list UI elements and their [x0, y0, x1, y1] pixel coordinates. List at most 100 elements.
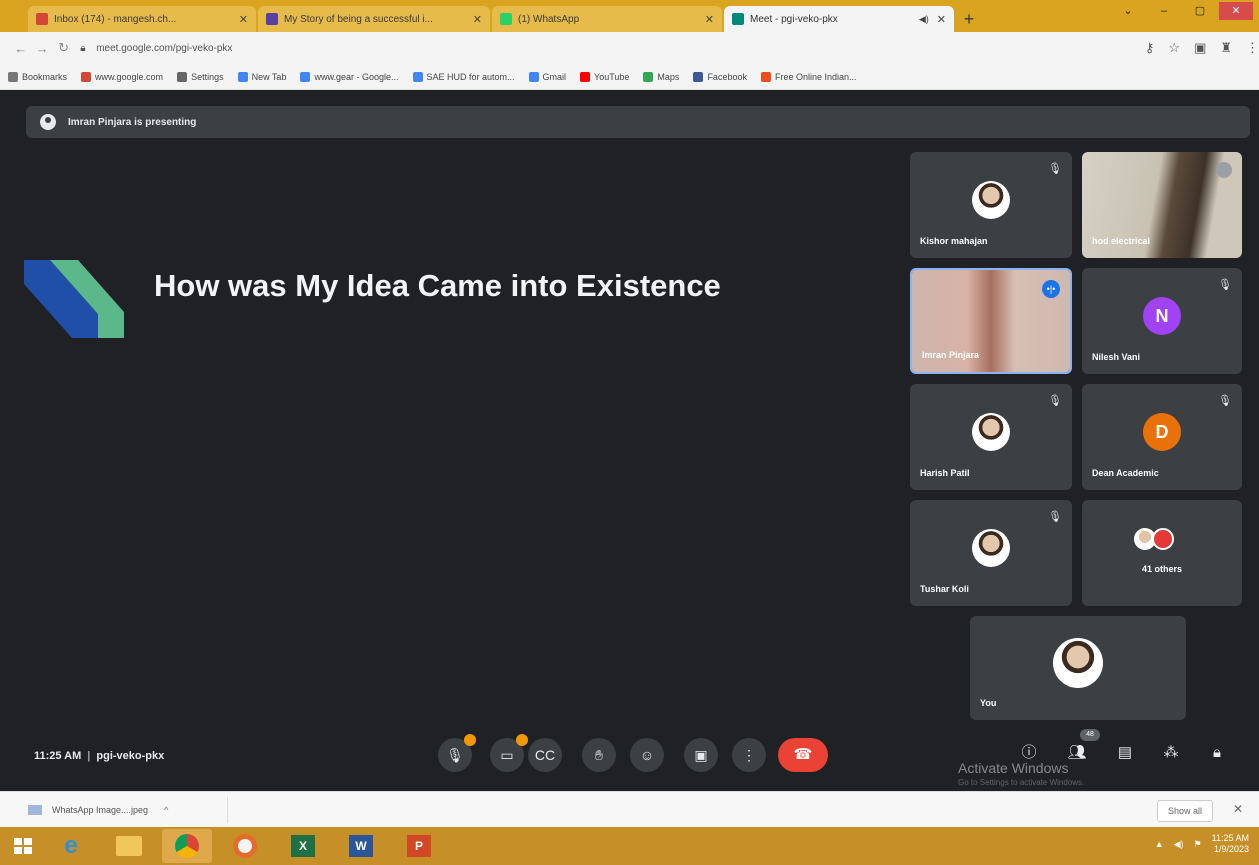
new-tab-button[interactable]: + — [956, 6, 982, 32]
star-icon[interactable]: ☆ — [1168, 40, 1180, 56]
profile-icon[interactable]: ♜ — [1220, 40, 1232, 56]
network-icon[interactable]: ▲ — [1155, 839, 1164, 849]
separator: | — [87, 750, 91, 762]
bookmark-item[interactable]: Free Online Indian... — [760, 71, 857, 82]
url-text: meet.google.com/pgi-veko-pkx — [96, 42, 233, 54]
participant-tile[interactable]: 🎙︎ Kishor mahajan — [910, 152, 1072, 258]
bookmark-item[interactable]: Gmail — [528, 71, 566, 82]
downloads-bar: WhatsApp Image....jpeg ^ Show all ✕ — [0, 791, 1259, 827]
maximize-button[interactable]: ▢ — [1183, 2, 1217, 20]
tab-whatsapp[interactable]: (1) WhatsApp ✕ — [492, 6, 722, 32]
document-icon — [266, 13, 278, 25]
flag-icon[interactable]: ⚑ — [1194, 839, 1202, 850]
powerpoint-icon[interactable]: P — [394, 829, 444, 863]
show-all-button[interactable]: Show all — [1156, 800, 1213, 822]
activities-icon[interactable]: ⁂ — [1158, 740, 1184, 766]
self-tile[interactable]: You — [970, 616, 1186, 720]
file-explorer-icon[interactable] — [104, 829, 154, 863]
hang-up-button[interactable]: ☎︎ — [778, 738, 828, 772]
participant-photo — [972, 529, 1010, 567]
chat-icon[interactable]: ▤ — [1112, 740, 1138, 766]
participant-avatar: N — [1143, 297, 1181, 335]
speaker-icon[interactable]: ◀) — [919, 14, 929, 25]
bookmark-icon — [580, 71, 591, 82]
self-name: You — [980, 698, 997, 708]
more-options-icon[interactable] — [1216, 162, 1232, 178]
bookmark-item[interactable]: New Tab — [237, 71, 286, 82]
clock[interactable]: 11:25 AM 1/9/2023 — [1212, 833, 1249, 855]
tab-label: Meet - pgi-veko-pkx — [750, 13, 838, 25]
bookmark-icon — [693, 71, 704, 82]
bookmark-item[interactable]: Maps — [643, 71, 679, 82]
url-input[interactable]: 🔒︎ meet.google.com/pgi-veko-pkx — [80, 37, 1131, 59]
bookmark-label: YouTube — [594, 71, 630, 82]
bookmark-label: Bookmarks — [22, 71, 68, 82]
others-tile[interactable]: 41 others — [1082, 500, 1242, 606]
meet-stage: Imran Pinjara is presenting How was My I… — [8, 96, 1251, 791]
bookmark-item[interactable]: www.gear - Google... — [300, 71, 399, 82]
minimize-button[interactable]: – — [1147, 2, 1181, 20]
mic-off-icon: 🎙︎ — [1218, 279, 1232, 291]
mic-off-icon: 🎙︎ — [1048, 163, 1062, 175]
raise-hand-button[interactable]: ✋︎ — [582, 738, 616, 772]
chevron-up-icon[interactable]: ^ — [164, 805, 168, 815]
slide-title: How was My Idea Came into Existence — [154, 268, 721, 303]
emoji-button[interactable]: ☺ — [630, 738, 664, 772]
internet-explorer-icon[interactable]: e — [46, 829, 96, 863]
whatsapp-icon — [500, 13, 512, 25]
participant-tile[interactable]: D 🎙︎ Dean Academic — [1082, 384, 1242, 490]
word-icon[interactable]: W — [336, 829, 386, 863]
bookmark-item[interactable]: Bookmarks — [8, 71, 68, 82]
more-options-button[interactable]: ⋮ — [732, 738, 766, 772]
extension-icon[interactable]: ▣ — [1194, 40, 1206, 56]
participant-tile[interactable]: 🎙︎ Harish Patil — [910, 384, 1072, 490]
menu-icon[interactable]: ⋮ — [1246, 40, 1259, 56]
close-tab-icon[interactable]: ✕ — [473, 13, 482, 26]
captions-button[interactable]: CC — [528, 738, 562, 772]
self-photo — [1053, 638, 1103, 688]
presenting-banner: Imran Pinjara is presenting — [26, 106, 1250, 138]
tab-search-icon[interactable]: ⌄ — [1111, 2, 1145, 20]
close-window-button[interactable]: ✕ — [1219, 2, 1253, 20]
forward-icon[interactable]: → — [31, 41, 52, 56]
microphone-button[interactable]: 🎙︎ — [438, 734, 476, 772]
present-button[interactable]: ▣ — [684, 738, 718, 772]
host-controls-icon[interactable]: 🔒︎ — [1204, 740, 1230, 766]
close-tab-icon[interactable]: ✕ — [705, 13, 714, 26]
participant-tile[interactable]: N 🎙︎ Nilesh Vani — [1082, 268, 1242, 374]
close-tab-icon[interactable]: ✕ — [239, 13, 248, 26]
close-icon[interactable]: ✕ — [1233, 802, 1243, 816]
volume-icon[interactable]: ◀) — [1174, 839, 1184, 850]
mic-off-icon: 🎙︎ — [1218, 395, 1232, 407]
bookmark-item[interactable]: SAE HUD for autom... — [412, 71, 515, 82]
start-button[interactable] — [0, 827, 46, 865]
gmail-icon — [36, 13, 48, 25]
bookmark-item[interactable]: www.google.com — [81, 71, 163, 82]
windows-logo-icon — [14, 838, 32, 854]
bookmark-item[interactable]: Facebook — [693, 71, 747, 82]
presenting-text: Imran Pinjara is presenting — [68, 116, 197, 128]
key-icon[interactable]: ⚷ — [1145, 40, 1155, 56]
chrome-icon[interactable] — [162, 829, 212, 863]
participant-tile-active[interactable]: •|• Imran Pinjara — [910, 268, 1072, 374]
bookmark-item[interactable]: YouTube — [580, 71, 630, 82]
participant-tile[interactable]: 🎙︎ Tushar Koli — [910, 500, 1072, 606]
participant-tile[interactable]: hod electrical — [1082, 152, 1242, 258]
bookmark-icon — [412, 71, 423, 82]
bookmark-item[interactable]: Settings — [177, 71, 224, 82]
back-icon[interactable]: ← — [10, 41, 31, 56]
mic-off-icon: 🎙︎ — [1048, 511, 1062, 523]
download-item[interactable]: WhatsApp Image....jpeg ^ — [28, 796, 228, 823]
reload-icon[interactable]: ↻ — [53, 40, 74, 56]
tab-story[interactable]: My Story of being a successful i... ✕ — [258, 6, 490, 32]
bookmark-icon — [237, 71, 248, 82]
tab-meet[interactable]: Meet - pgi-veko-pkx ◀) ✕ — [724, 6, 954, 32]
tab-gmail[interactable]: Inbox (174) - mangesh.ch... ✕ — [28, 6, 256, 32]
participant-photo — [972, 181, 1010, 219]
meet-icon — [732, 13, 744, 25]
close-tab-icon[interactable]: ✕ — [937, 13, 946, 26]
people-count-badge: 48 — [1080, 729, 1100, 741]
excel-icon[interactable]: X — [278, 829, 328, 863]
media-player-icon[interactable] — [220, 829, 270, 863]
camera-button[interactable]: ▭ — [490, 734, 528, 772]
